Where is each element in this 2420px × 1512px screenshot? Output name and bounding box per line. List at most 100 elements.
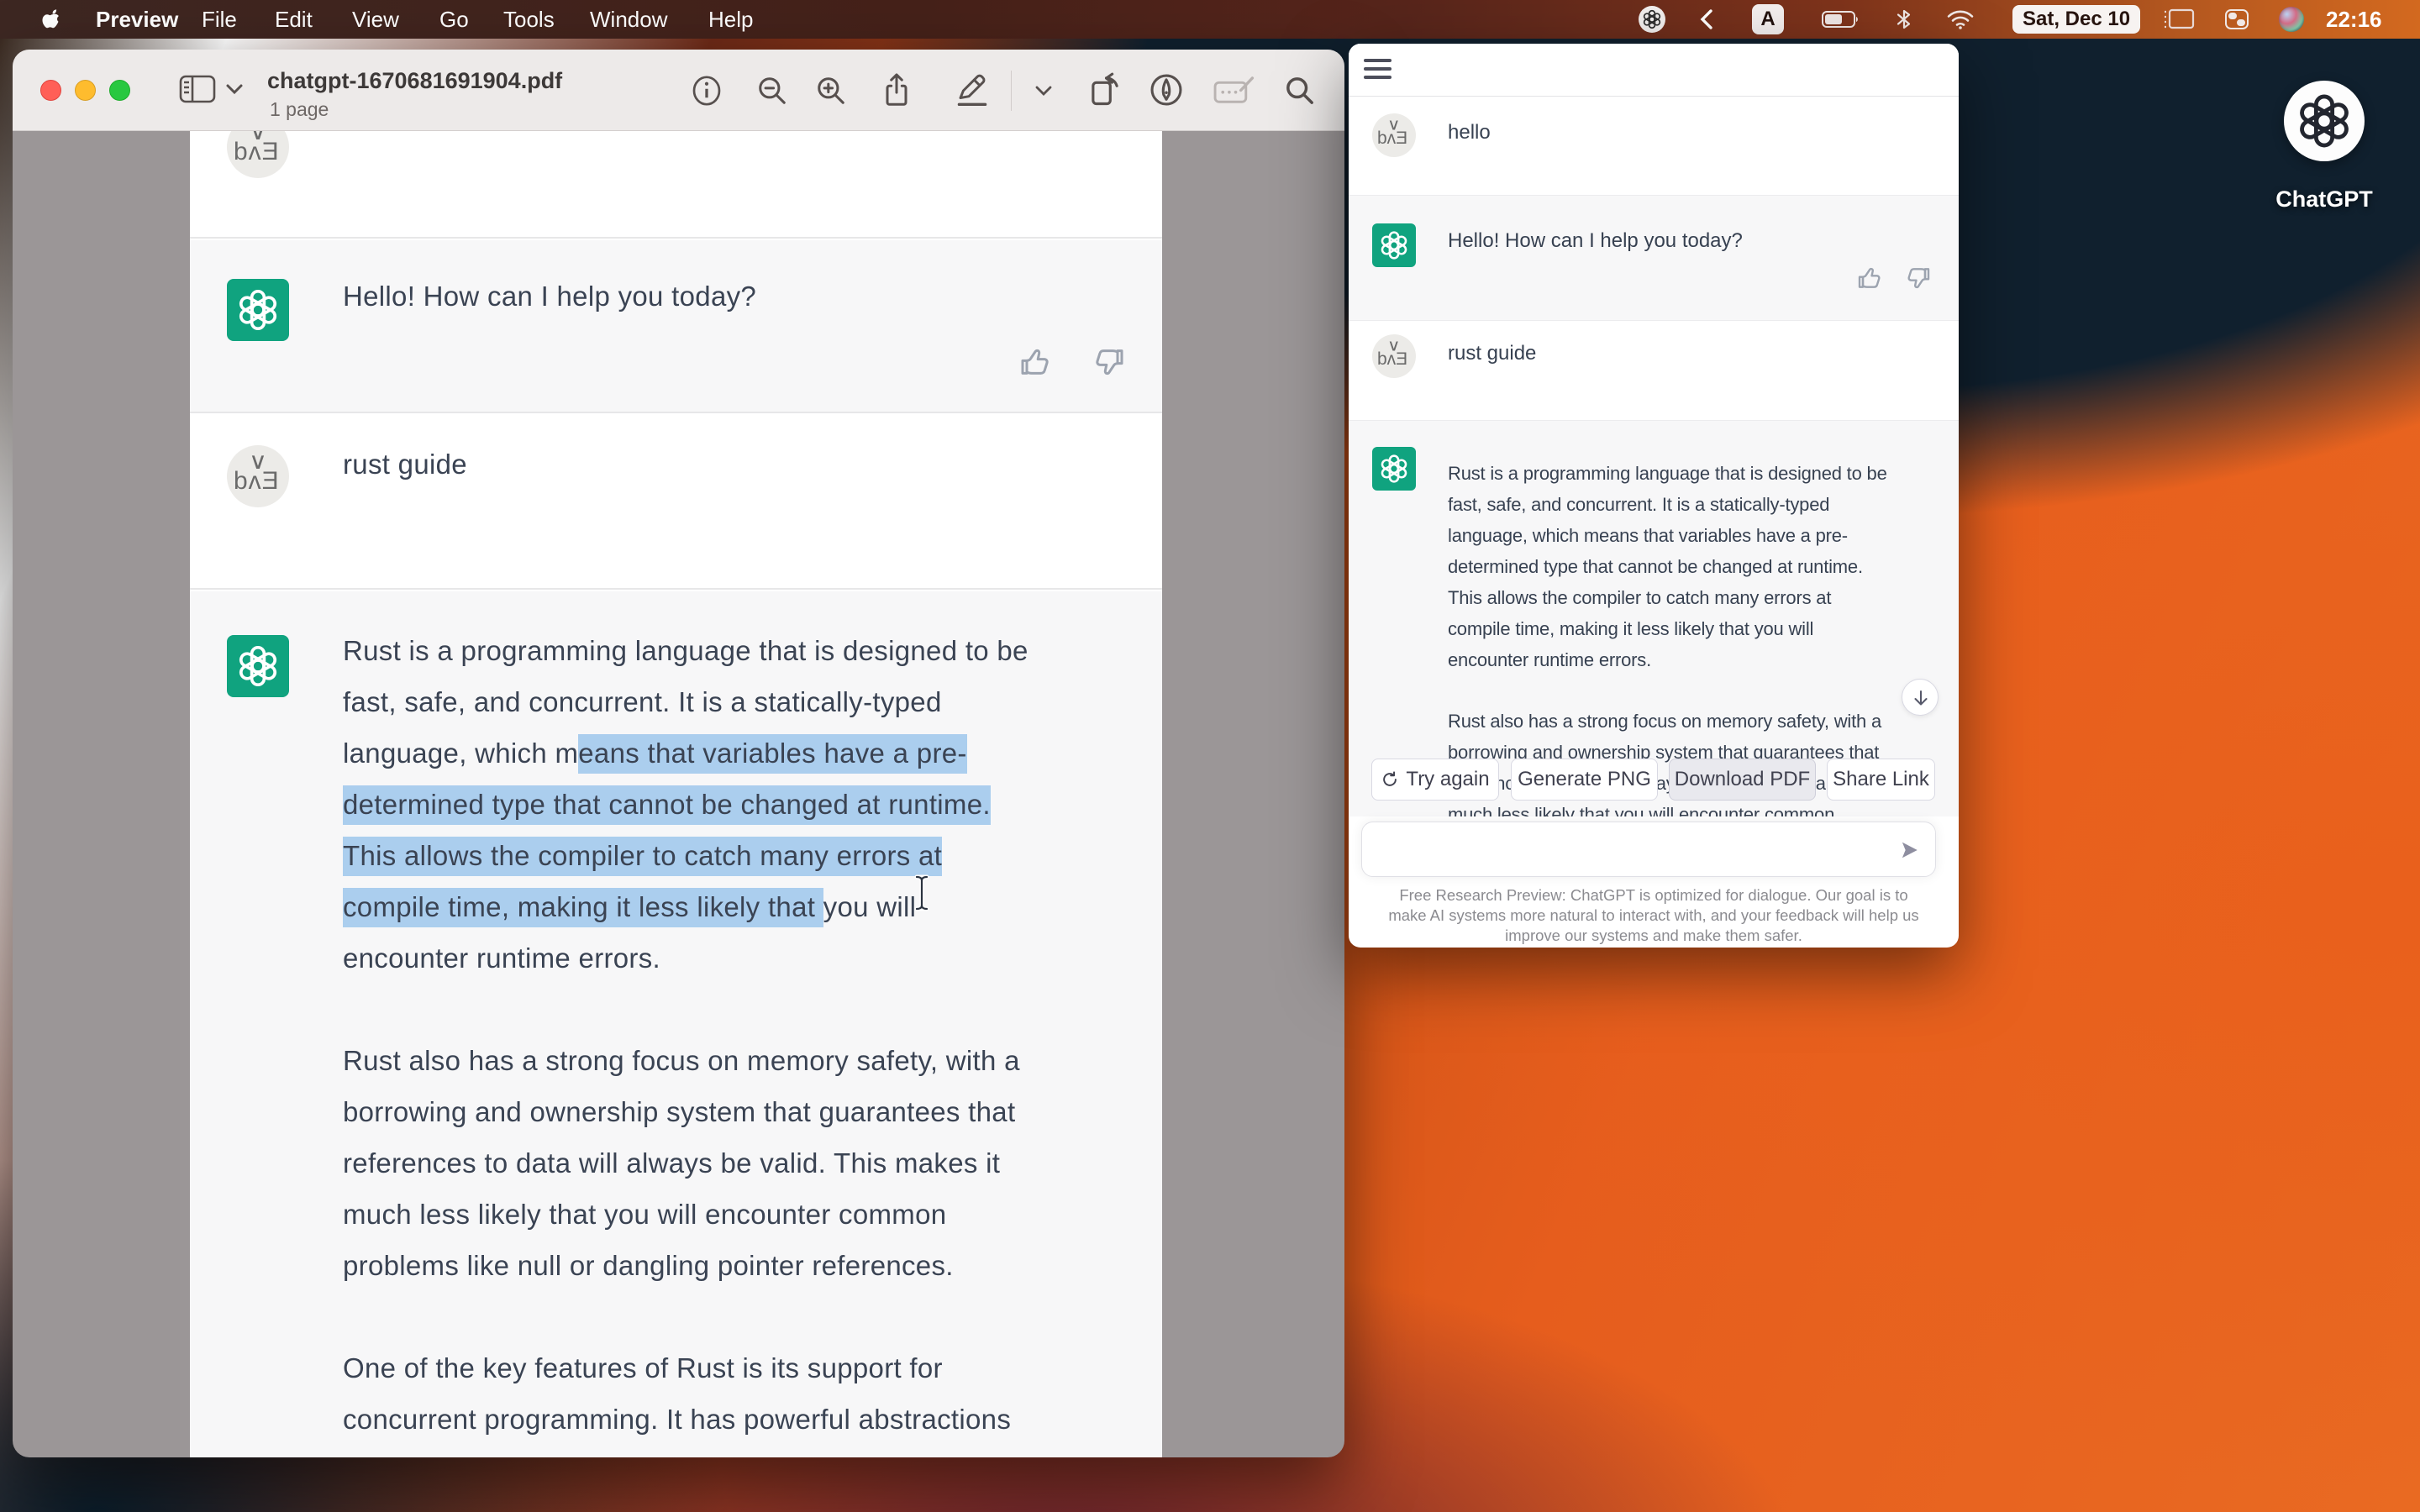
text-line: encounter runtime errors. <box>343 932 1154 984</box>
pdf-row-assistant-answer: Rust is a programming language that is d… <box>190 591 1162 1457</box>
message-row-user-prompt: ∨ bʌƎ rust guide <box>1349 322 1959 420</box>
menu-edit[interactable]: Edit <box>275 7 313 33</box>
assistant-answer-text: Rust is a programming language that is d… <box>343 625 1154 1457</box>
preview-titlebar[interactable]: chatgpt-1670681691904.pdf 1 page <box>13 50 1344 131</box>
control-center-icon[interactable] <box>2223 8 2251 30</box>
paragraph: Rust is a programming language that is d… <box>343 625 1154 984</box>
thumbs-up-icon[interactable] <box>1856 265 1883 291</box>
text-line: language, which means that variables hav… <box>343 727 1154 779</box>
send-icon[interactable] <box>1898 839 1920 861</box>
back-chevron-icon[interactable] <box>1699 8 1714 30</box>
text-line: determined type that cannot be changed a… <box>343 779 1154 830</box>
chatgpt-desktop-icon[interactable] <box>2284 81 2365 161</box>
export-header <box>1349 44 1959 97</box>
pdf-row-assistant-greeting: Hello! How can I help you today? <box>190 240 1162 413</box>
text-line: Rust also has a strong focus on memory s… <box>1448 706 1944 737</box>
chatgpt-avatar <box>227 635 289 697</box>
toolbar-divider <box>1011 71 1012 111</box>
sidebar-chevron-down-icon[interactable] <box>225 83 244 95</box>
user-avatar: ∨ bʌƎ <box>1372 113 1416 157</box>
thumbs-down-icon <box>1092 345 1126 379</box>
chat-input[interactable] <box>1361 822 1936 877</box>
message-row-assistant-answer: Rust is a programming language that is d… <box>1349 420 1959 816</box>
text-line: borrowing and ownership system that guar… <box>343 1086 1154 1137</box>
user-prompt-text: rust guide <box>343 449 467 480</box>
text-line: compile time, making it less likely that… <box>343 881 1154 932</box>
input-source-icon[interactable]: A <box>1752 4 1784 34</box>
text-line: for working with threads, and these abst… <box>343 1445 1154 1457</box>
preview-window: chatgpt-1670681691904.pdf 1 page <box>13 50 1344 1457</box>
paragraph: One of the key features of Rust is its s… <box>343 1342 1154 1457</box>
text-line: concurrent programming. It has powerful … <box>343 1394 1154 1445</box>
chatgpt-desktop-icon-label[interactable]: ChatGPT <box>2255 186 2393 213</box>
scroll-to-bottom-button[interactable] <box>1902 679 1939 716</box>
pdf-page[interactable]: ∨ bʌƎ Hello! How can I help you today? ∨… <box>190 131 1162 1457</box>
menubar-clock[interactable]: 22:16 <box>2326 7 2382 33</box>
message-row-assistant-greeting: Hello! How can I help you today? <box>1349 195 1959 321</box>
assistant-greeting-text: Hello! How can I help you today? <box>343 281 756 312</box>
user-prompt-text: rust guide <box>1448 342 1536 365</box>
menu-go[interactable]: Go <box>439 7 469 33</box>
menu-window[interactable]: Window <box>590 7 667 33</box>
user-avatar: ∨ bʌƎ <box>1372 334 1416 378</box>
download-pdf-button[interactable]: Download PDF <box>1669 759 1816 801</box>
document-title: chatgpt-1670681691904.pdf <box>267 68 562 94</box>
share-link-button[interactable]: Share Link <box>1827 759 1935 801</box>
menu-view[interactable]: View <box>352 7 399 33</box>
apple-menu-icon[interactable] <box>40 7 62 32</box>
markup-pen-icon[interactable] <box>954 73 991 108</box>
text-line: Rust is a programming language that is d… <box>1448 458 1944 489</box>
zoom-button[interactable] <box>109 80 130 101</box>
menu-app-preview[interactable]: Preview <box>96 7 178 33</box>
zoom-in-icon[interactable] <box>815 75 847 107</box>
chatgpt-status-icon[interactable] <box>1639 6 1665 33</box>
menu-tools[interactable]: Tools <box>503 7 555 33</box>
page-count: 1 page <box>270 98 329 121</box>
text-annotation-icon[interactable] <box>1213 75 1256 108</box>
try-again-button[interactable]: Try again <box>1371 759 1499 801</box>
annotate-pen-icon[interactable] <box>1149 72 1184 108</box>
text-line: determined type that cannot be changed a… <box>1448 551 1944 582</box>
text-line: fast, safe, and concurrent. It is a stat… <box>1448 489 1944 520</box>
bluetooth-icon[interactable] <box>1895 8 1913 31</box>
user-avatar: ∨ bʌƎ <box>227 445 289 507</box>
search-icon[interactable] <box>1283 74 1317 108</box>
menubar-date[interactable]: Sat, Dec 10 <box>2012 5 2140 34</box>
info-icon[interactable] <box>692 75 722 107</box>
text-line: This allows the compiler to catch many e… <box>343 830 1154 881</box>
battery-icon[interactable] <box>1822 9 1860 29</box>
paragraph: Rust also has a strong focus on memory s… <box>343 1035 1154 1291</box>
user-avatar: ∨ bʌƎ <box>227 131 289 178</box>
chatgpt-avatar <box>227 279 289 341</box>
text-line: problems like null or dangling pointer r… <box>343 1240 1154 1291</box>
menu-bar: Preview File Edit View Go Tools Window H… <box>0 0 2420 39</box>
text-line: much less likely that you will encounter… <box>1448 799 1944 816</box>
text-line: much less likely that you will encounter… <box>343 1189 1154 1240</box>
chatgpt-avatar <box>1372 223 1416 267</box>
wifi-icon[interactable] <box>1946 8 1975 30</box>
close-button[interactable] <box>40 80 61 101</box>
zoom-out-icon[interactable] <box>756 75 788 107</box>
sidebar-toggle-icon[interactable] <box>179 73 216 105</box>
text-line: references to data will always be valid.… <box>343 1137 1154 1189</box>
pdf-row-user-prompt: ∨ bʌƎ rust guide <box>190 415 1162 590</box>
text-line: compile time, making it less likely that… <box>1448 613 1944 644</box>
markup-chevron-down-icon[interactable] <box>1034 85 1054 97</box>
user-message-text: hello <box>1448 121 1491 144</box>
share-icon[interactable] <box>881 71 913 108</box>
rotate-icon[interactable] <box>1086 71 1123 109</box>
ibeam-cursor <box>911 874 933 912</box>
text-line: encounter runtime errors. <box>1448 644 1944 675</box>
menu-help[interactable]: Help <box>708 7 753 33</box>
assistant-greeting-text: Hello! How can I help you today? <box>1448 229 1743 253</box>
footer-disclaimer: Free Research Preview: ChatGPT is optimi… <box>1349 885 1959 946</box>
minimize-button[interactable] <box>75 80 96 101</box>
text-line: This allows the compiler to catch many e… <box>1448 582 1944 613</box>
menu-file[interactable]: File <box>202 7 237 33</box>
generate-png-button[interactable]: Generate PNG <box>1511 759 1658 801</box>
screen-mirroring-icon[interactable] <box>2162 8 2196 30</box>
thumbs-down-icon[interactable] <box>1905 265 1932 291</box>
pdf-row-user-hello-partial: ∨ bʌƎ <box>190 131 1162 239</box>
thumbs-up-icon <box>1018 345 1052 379</box>
siri-icon[interactable] <box>2279 7 2304 32</box>
